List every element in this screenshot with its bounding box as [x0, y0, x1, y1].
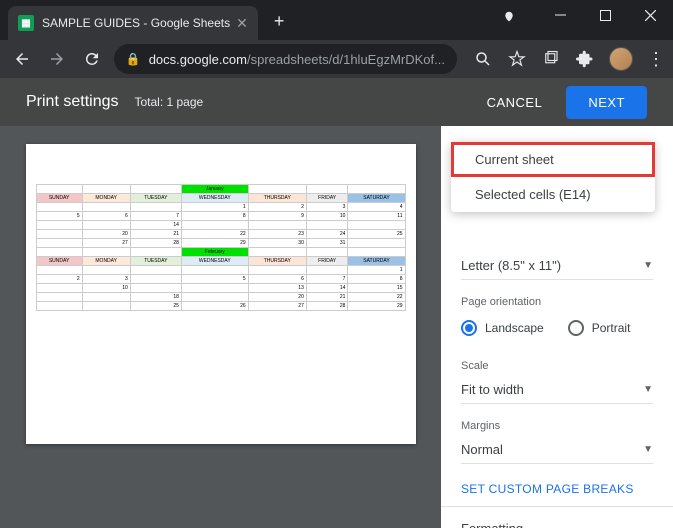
paper-size-select[interactable]: Letter (8.5" x 11") ▼ — [461, 252, 653, 280]
forward-button[interactable] — [43, 45, 70, 73]
radio-unchecked-icon — [568, 320, 584, 336]
browser-titlebar: ▦ SAMPLE GUIDES - Google Sheets ✕ + — [0, 0, 673, 40]
dropdown-option-selected-cells[interactable]: Selected cells (E14) — [451, 177, 655, 212]
new-tab-button[interactable]: + — [268, 9, 291, 34]
close-tab-icon[interactable]: ✕ — [236, 15, 248, 32]
back-button[interactable] — [8, 45, 35, 73]
scale-value: Fit to width — [461, 382, 524, 397]
print-range-dropdown: Current sheet Selected cells (E14) — [451, 142, 655, 212]
preview-page: JanuarySUNDAYMONDAYTUESDAYWEDNESDAYTHURS… — [26, 144, 416, 444]
custom-page-breaks-link[interactable]: SET CUSTOM PAGE BREAKS — [441, 468, 673, 506]
print-preview: JanuarySUNDAYMONDAYTUESDAYWEDNESDAYTHURS… — [0, 126, 441, 528]
orientation-portrait-radio[interactable]: Portrait — [568, 320, 631, 336]
tab-title: SAMPLE GUIDES - Google Sheets — [42, 16, 230, 30]
content-area: JanuarySUNDAYMONDAYTUESDAYWEDNESDAYTHURS… — [0, 126, 673, 528]
bookmark-star-icon[interactable] — [507, 49, 527, 69]
profile-avatar[interactable] — [609, 47, 633, 71]
extensions-icon[interactable] — [575, 49, 595, 69]
browser-tab[interactable]: ▦ SAMPLE GUIDES - Google Sheets ✕ — [8, 6, 258, 40]
radio-checked-icon — [461, 320, 477, 336]
minimize-button[interactable] — [538, 0, 583, 30]
scale-select[interactable]: Fit to width ▼ — [461, 376, 653, 404]
paper-size-value: Letter (8.5" x 11") — [461, 258, 561, 273]
url-path: /spreadsheets/d/1hluEgzMrDKof... — [247, 52, 445, 67]
chevron-down-icon: ⌄ — [645, 523, 653, 528]
browser-toolbar: 🔒 docs.google.com/spreadsheets/d/1hluEgz… — [0, 40, 673, 78]
margins-value: Normal — [461, 442, 503, 457]
close-window-button[interactable] — [628, 0, 673, 30]
reload-button[interactable] — [79, 45, 106, 73]
calendar-preview: JanuarySUNDAYMONDAYTUESDAYWEDNESDAYTHURS… — [36, 184, 406, 311]
margins-select[interactable]: Normal ▼ — [461, 436, 653, 464]
cancel-button[interactable]: CANCEL — [471, 87, 559, 118]
formatting-accordion[interactable]: Formatting ⌄ — [441, 506, 673, 528]
collections-icon[interactable] — [541, 49, 561, 69]
browser-menu-icon[interactable]: ⋮ — [647, 49, 665, 70]
page-total: Total: 1 page — [134, 95, 203, 109]
chevron-down-icon: ▼ — [643, 444, 653, 455]
address-bar[interactable]: 🔒 docs.google.com/spreadsheets/d/1hluEgz… — [114, 44, 457, 74]
print-sidebar: Print Current sheet Selected cells (E14)… — [441, 126, 673, 528]
sheets-favicon: ▦ — [18, 15, 34, 31]
chevron-down-icon: ▼ — [643, 384, 653, 395]
tab-search-icon[interactable] — [500, 8, 518, 26]
dropdown-option-current-sheet[interactable]: Current sheet — [451, 142, 655, 177]
page-title: Print settings — [26, 93, 118, 111]
next-button[interactable]: NEXT — [566, 86, 647, 119]
chevron-down-icon: ▼ — [643, 260, 653, 271]
orientation-label: Page orientation — [461, 296, 653, 308]
url-domain: docs.google.com — [149, 52, 247, 67]
scale-label: Scale — [461, 360, 653, 372]
lock-icon: 🔒 — [126, 52, 141, 66]
margins-label: Margins — [461, 420, 653, 432]
maximize-button[interactable] — [583, 0, 628, 30]
zoom-icon[interactable] — [473, 49, 493, 69]
orientation-landscape-radio[interactable]: Landscape — [461, 320, 544, 336]
print-settings-bar: Print settings Total: 1 page CANCEL NEXT — [0, 78, 673, 126]
